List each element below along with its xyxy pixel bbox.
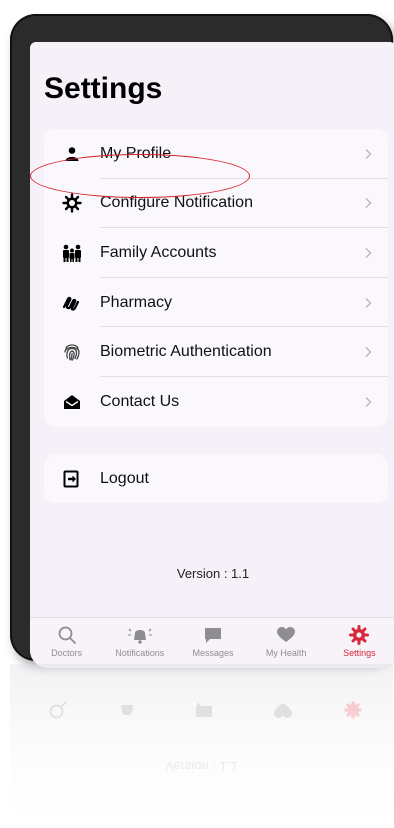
- tab-label: My Health: [265, 648, 307, 658]
- chevron-right-icon: [365, 347, 372, 358]
- chevron-right-icon: [365, 247, 372, 258]
- tab-notifications[interactable]: Notifications: [110, 618, 170, 658]
- menu-item-label: Biometric Authentication: [100, 343, 272, 361]
- settings-screen: Settings My Profile Configure Notificati…: [30, 42, 394, 668]
- chevron-right-icon: [365, 297, 372, 308]
- phone-frame: Settings My Profile Configure Notificati…: [10, 14, 394, 668]
- tab-label: Messages: [192, 648, 234, 658]
- menu-item-contact-us[interactable]: Contact Us: [44, 377, 388, 427]
- fingerprint-icon: [62, 342, 82, 362]
- menu-item-my-profile[interactable]: My Profile: [44, 129, 388, 179]
- tab-doctors[interactable]: Doctors: [37, 618, 97, 658]
- menu-item-biometric-authentication[interactable]: Biometric Authentication: [44, 327, 388, 377]
- tab-my-health[interactable]: My Health: [256, 618, 316, 658]
- reflection-fade: [10, 664, 393, 828]
- person-icon: [62, 144, 82, 164]
- menu-item-configure-notification[interactable]: Configure Notification: [44, 179, 388, 229]
- settings-menu: My Profile Configure Notification Family…: [44, 129, 388, 427]
- menu-item-label: Configure Notification: [100, 194, 253, 212]
- gear-icon: [349, 625, 370, 645]
- tab-label: Settings: [343, 648, 376, 658]
- heart-icon: [277, 627, 296, 642]
- logout-label: Logout: [100, 469, 149, 487]
- logout-icon: [62, 469, 82, 489]
- chevron-right-icon: [365, 198, 372, 209]
- tab-messages[interactable]: Messages: [183, 618, 243, 658]
- chevron-right-icon: [365, 396, 372, 407]
- chevron-right-icon: [365, 148, 372, 159]
- stage: Settings My Profile Configure Notificati…: [0, 0, 394, 828]
- tab-label: Doctors: [51, 648, 83, 658]
- logout-button[interactable]: Logout: [44, 454, 388, 504]
- menu-item-label: Contact Us: [100, 392, 180, 410]
- menu-item-label: Pharmacy: [100, 293, 173, 311]
- tab-label: Notifications: [115, 648, 165, 658]
- menu-item-pharmacy[interactable]: Pharmacy: [44, 278, 388, 328]
- gear-icon: [62, 193, 82, 214]
- search-icon: [58, 626, 76, 644]
- menu-item-label: My Profile: [100, 144, 172, 162]
- page-title: Settings: [44, 72, 163, 105]
- menu-item-family-accounts[interactable]: Family Accounts: [44, 228, 388, 278]
- tab-bar: Doctors Notifications Messages My Health…: [30, 617, 394, 668]
- tab-settings[interactable]: Settings: [329, 618, 389, 658]
- prescription-icon: [62, 293, 82, 313]
- envelope-open-icon: [62, 392, 82, 412]
- family-icon: [62, 243, 82, 263]
- bell-icon: [128, 628, 152, 644]
- logout-card: Logout: [44, 454, 388, 503]
- menu-item-label: Family Accounts: [100, 243, 217, 261]
- phone-reflection: Version : 1.1: [10, 664, 393, 828]
- chat-bubble-icon: [204, 628, 221, 643]
- version-label: Version : 1.1: [176, 566, 250, 581]
